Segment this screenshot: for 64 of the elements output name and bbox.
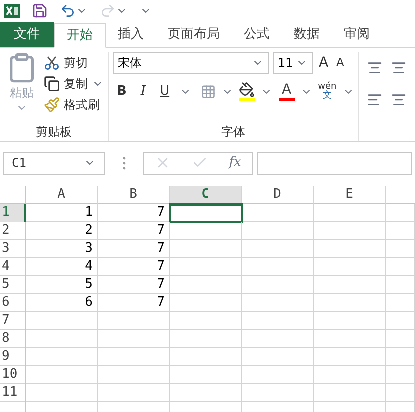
column-header[interactable]: C bbox=[170, 186, 242, 206]
formula-input[interactable] bbox=[257, 152, 412, 174]
row-header[interactable]: 5 bbox=[0, 276, 26, 294]
table-cell: 7 bbox=[98, 294, 170, 312]
underline-button[interactable]: U bbox=[156, 82, 174, 102]
save-icon[interactable] bbox=[32, 3, 48, 19]
grow-font-button[interactable]: A bbox=[317, 52, 331, 74]
selected-cell[interactable] bbox=[170, 204, 242, 222]
font-color-button[interactable]: A bbox=[278, 82, 295, 101]
copy-button[interactable]: 复制 bbox=[44, 75, 88, 93]
copy-icon bbox=[44, 76, 60, 92]
row-header[interactable]: 11 bbox=[0, 384, 26, 402]
grip-icon[interactable] bbox=[122, 156, 126, 170]
row-header[interactable]: 10 bbox=[0, 366, 26, 384]
column-header[interactable]: E bbox=[314, 186, 386, 206]
ribbon-tab[interactable]: 数据 bbox=[282, 22, 332, 47]
table-cell: 5 bbox=[26, 276, 98, 294]
row-header[interactable]: 3 bbox=[0, 240, 26, 258]
ribbon-tab[interactable]: 公式 bbox=[232, 22, 282, 47]
scissors-icon bbox=[44, 55, 60, 71]
table-cell: 6 bbox=[26, 294, 98, 312]
name-box[interactable]: C1 bbox=[3, 152, 105, 174]
ribbon-tab[interactable]: 审阅 bbox=[332, 22, 382, 47]
ribbon-tab[interactable]: 插入 bbox=[106, 22, 156, 47]
table-cell: 7 bbox=[98, 258, 170, 276]
align-top-icon[interactable] bbox=[367, 60, 383, 76]
brush-icon bbox=[44, 97, 60, 113]
row-header[interactable]: 6 bbox=[0, 294, 26, 312]
cut-button[interactable]: 剪切 bbox=[44, 54, 88, 72]
align-left-icon[interactable] bbox=[367, 92, 383, 108]
font-name-field[interactable]: 宋体 bbox=[113, 52, 269, 74]
align-center-icon[interactable] bbox=[391, 92, 407, 108]
table-cell: 1 bbox=[26, 204, 98, 222]
table-cell: 3 bbox=[26, 240, 98, 258]
table-cell: 4 bbox=[26, 258, 98, 276]
table-cell: 7 bbox=[98, 276, 170, 294]
row-header[interactable]: 7 bbox=[0, 312, 26, 330]
bold-button[interactable]: B bbox=[113, 82, 131, 102]
italic-button[interactable]: I bbox=[136, 82, 150, 102]
format-painter-button[interactable]: 格式刷 bbox=[44, 96, 104, 114]
group-label: 剪贴板 bbox=[35, 124, 73, 141]
table-cell: 7 bbox=[98, 222, 170, 240]
row-header[interactable]: 4 bbox=[0, 258, 26, 276]
column-header[interactable]: D bbox=[242, 186, 314, 206]
spreadsheet-logo-icon[interactable] bbox=[4, 3, 20, 19]
border-icon[interactable] bbox=[200, 84, 216, 100]
table-cell: 7 bbox=[98, 204, 170, 222]
shrink-font-button[interactable]: A bbox=[334, 54, 346, 72]
group-label: 字体 bbox=[220, 124, 246, 141]
undo-icon[interactable] bbox=[60, 3, 76, 19]
table-cell: 2 bbox=[26, 222, 98, 240]
row-header[interactable]: 9 bbox=[0, 348, 26, 366]
file-tab[interactable]: 文件 bbox=[0, 22, 54, 47]
align-middle-icon[interactable] bbox=[391, 60, 407, 76]
fill-color-icon[interactable] bbox=[239, 82, 256, 102]
font-size-field[interactable]: 11 bbox=[273, 52, 313, 74]
row-header[interactable]: 2 bbox=[0, 222, 26, 240]
insert-function-button[interactable]: fx bbox=[229, 153, 242, 173]
row-header[interactable]: 1 bbox=[0, 204, 26, 222]
ribbon-tab[interactable]: 开始 bbox=[54, 23, 106, 48]
ribbon-tab[interactable]: 页面布局 bbox=[156, 22, 232, 47]
table-cell: 7 bbox=[98, 240, 170, 258]
phonetic-button[interactable]: wén 文 bbox=[318, 82, 337, 101]
row-header[interactable]: 8 bbox=[0, 330, 26, 348]
